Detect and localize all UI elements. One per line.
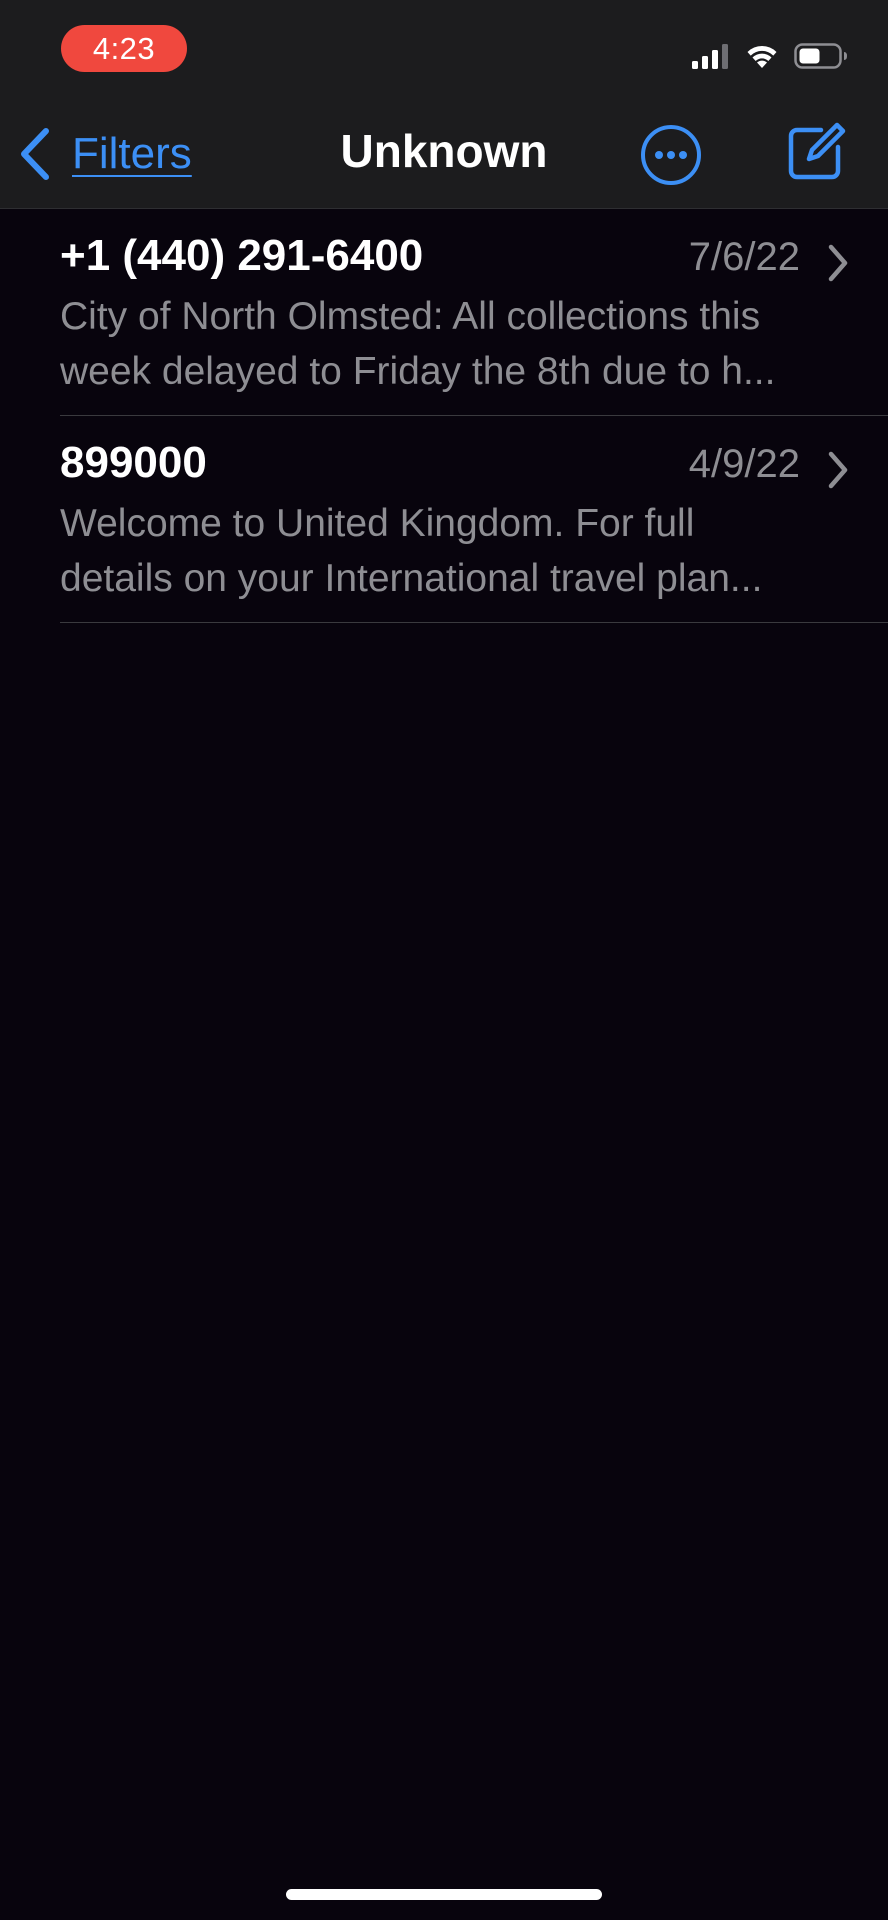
row-divider [60, 622, 888, 623]
compose-icon [788, 122, 846, 180]
wifi-icon [747, 45, 777, 68]
chevron-right-icon [828, 244, 848, 282]
back-button-label: Filters [72, 129, 192, 178]
conversation-sender: +1 (440) 291-6400 [60, 231, 424, 280]
conversation-date: 7/6/22 [688, 235, 800, 279]
cellular-signal-icon [692, 44, 728, 69]
conversation-preview-line: details on your International travel pla… [60, 557, 763, 600]
conversation-date: 4/9/22 [688, 442, 800, 486]
chevron-left-icon [21, 128, 49, 180]
conversation-preview-line: City of North Olmsted: All collections t… [60, 295, 761, 338]
compose-button[interactable] [785, 121, 847, 183]
conversation-row[interactable]: +1 (440) 291-6400 7/6/22 City of North O… [0, 209, 888, 416]
conversation-preview: Welcome to United Kingdom. For full deta… [60, 496, 860, 606]
battery-icon [794, 43, 847, 69]
conversation-preview-line: Welcome to United Kingdom. For full [60, 502, 695, 545]
more-options-button[interactable] [640, 124, 702, 186]
status-time[interactable]: 4:23 [61, 25, 187, 72]
top-bar: 4:23 Filters Unknown [0, 0, 888, 209]
more-options-icon [641, 125, 701, 185]
status-icons [692, 38, 848, 74]
conversation-list: +1 (440) 291-6400 7/6/22 City of North O… [0, 209, 888, 623]
conversation-row[interactable]: 899000 4/9/22 Welcome to United Kingdom.… [0, 416, 888, 623]
chevron-right-icon [828, 451, 848, 489]
home-indicator[interactable] [286, 1889, 602, 1900]
back-button[interactable]: Filters [18, 122, 192, 186]
conversation-preview-line: week delayed to Friday the 8th due to h.… [60, 350, 776, 393]
conversation-preview: City of North Olmsted: All collections t… [60, 289, 860, 399]
conversation-sender: 899000 [60, 438, 207, 487]
